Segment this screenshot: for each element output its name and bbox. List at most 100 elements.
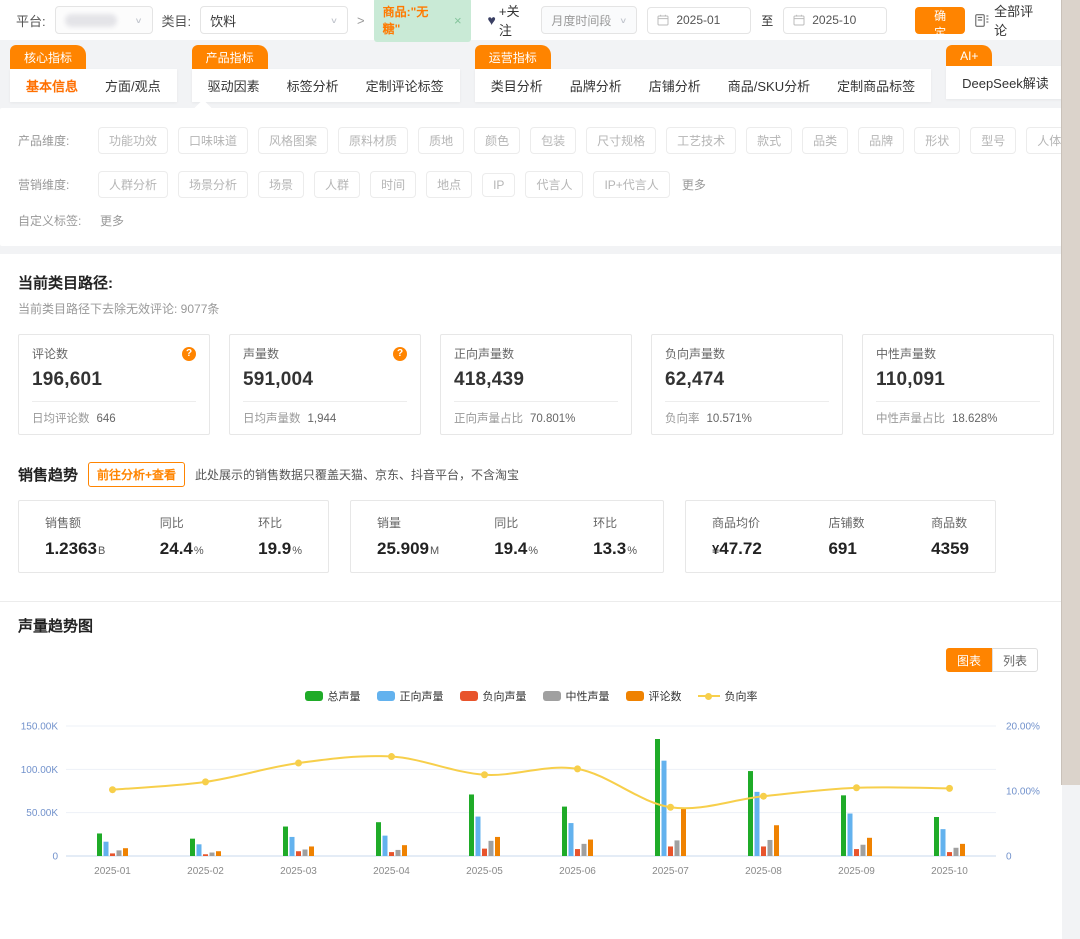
filter-chip[interactable]: 包装: [530, 127, 576, 154]
date-to-input[interactable]: 2025-10: [783, 7, 887, 34]
tab[interactable]: 品牌分析: [570, 76, 622, 95]
metric-footer: 日均评论数646: [32, 410, 196, 426]
sales-metric: 环比19.9%: [258, 514, 302, 559]
filter-chip[interactable]: 尺寸规格: [586, 127, 656, 154]
bar: [562, 807, 567, 856]
toggle-list-button[interactable]: 列表: [992, 648, 1038, 672]
filter-chip[interactable]: 质地: [418, 127, 464, 154]
sales-metric-unit: B: [98, 545, 105, 557]
bar: [867, 838, 872, 856]
tab[interactable]: 类目分析: [491, 76, 543, 95]
category-select[interactable]: 饮料 ∨: [200, 6, 348, 34]
filter-chip[interactable]: IP: [482, 173, 515, 197]
filter-chip[interactable]: 功能功效: [98, 127, 168, 154]
all-comments-button[interactable]: 全部评论: [975, 1, 1046, 39]
metric-divider: [32, 401, 196, 402]
legend-item[interactable]: 中性声量: [543, 688, 610, 704]
filter-chip[interactable]: 人群分析: [98, 171, 168, 198]
filter-chip[interactable]: 款式: [746, 127, 792, 154]
sales-metric: 同比19.4%: [494, 514, 538, 559]
filter-row-label: 自定义标签:: [18, 212, 98, 229]
bar: [389, 852, 394, 856]
help-icon[interactable]: ?: [393, 347, 407, 361]
page-scroll-gutter[interactable]: [1061, 0, 1080, 785]
filter-chip[interactable]: 品类: [802, 127, 848, 154]
legend-item[interactable]: 总声量: [305, 688, 361, 704]
sales-analyze-button[interactable]: 前往分析+查看: [88, 462, 185, 487]
sales-metric: 商品数4359: [931, 514, 969, 559]
toggle-chart-button[interactable]: 图表: [946, 648, 992, 672]
tab-bar: 驱动因素 标签分析 定制评论标签: [192, 69, 460, 102]
tab[interactable]: 店铺分析: [649, 76, 701, 95]
filter-chip[interactable]: 时间: [370, 171, 416, 198]
sales-boxes-row: 销售额1.2363B同比24.4%环比19.9%销量25.909M同比19.4%…: [18, 500, 1044, 573]
line-point: [946, 785, 953, 792]
filter-chip[interactable]: 工艺技术: [666, 127, 736, 154]
metric-label: 评论数: [32, 345, 68, 362]
page: 平台: ∨ 类目: 饮料 ∨ > 商品:"无糖" × ♥ +关注 月度时间段 ∨…: [0, 0, 1062, 939]
sales-header: 销售趋势 前往分析+查看 此处展示的销售数据只覆盖天猫、京东、抖音平台，不含淘宝: [18, 462, 1044, 487]
tab[interactable]: 标签分析: [287, 76, 339, 95]
legend-item[interactable]: 负向率: [698, 688, 758, 704]
volume-chart-section: 声量趋势图 图表列表 总声量正向声量负向声量中性声量评论数负向率 150.00K…: [0, 601, 1062, 899]
tab[interactable]: 方面/观点: [105, 76, 161, 95]
tab[interactable]: 定制商品标签: [837, 76, 915, 95]
bar: [575, 849, 580, 856]
filter-chip[interactable]: 型号: [970, 127, 1016, 154]
tab[interactable]: 基本信息: [26, 76, 78, 95]
x-axis-label: 2025-03: [280, 866, 317, 877]
filter-row: 产品维度:功能功效口味味道风格图案原料材质质地颜色包装尺寸规格工艺技术款式品类品…: [0, 116, 1062, 164]
metric-card-top: 评论数?: [32, 346, 196, 361]
filter-chip[interactable]: 场景: [258, 171, 304, 198]
keyword-tag[interactable]: 商品:"无糖" ×: [374, 0, 471, 42]
filter-chip[interactable]: 颜色: [474, 127, 520, 154]
filter-chip[interactable]: 品牌: [858, 127, 904, 154]
tab[interactable]: 定制评论标签: [366, 76, 444, 95]
sales-box: 销量25.909M同比19.4%环比13.3%: [350, 500, 664, 573]
metric-card: 中性声量数110,091中性声量占比18.628%: [862, 334, 1054, 435]
filter-chip[interactable]: 原料材质: [338, 127, 408, 154]
legend-label: 评论数: [649, 688, 682, 704]
filter-chip[interactable]: 场景分析: [178, 171, 248, 198]
x-axis-label: 2025-04: [373, 866, 410, 877]
chart-legend: 总声量正向声量负向声量中性声量 评论数负向率: [0, 688, 1062, 704]
close-icon[interactable]: ×: [454, 13, 462, 28]
metric-footer: 日均声量数1,944: [243, 410, 407, 426]
legend-swatch: [305, 691, 323, 701]
filter-chip[interactable]: IP+代言人: [593, 171, 669, 198]
bar: [941, 829, 946, 856]
platform-select[interactable]: ∨: [55, 6, 153, 34]
metric-footer: 中性声量占比18.628%: [876, 410, 1040, 426]
legend-item[interactable]: 正向声量: [377, 688, 444, 704]
date-from-input[interactable]: 2025-01: [647, 7, 751, 34]
bar: [309, 846, 314, 856]
filter-chip[interactable]: 地点: [426, 171, 472, 198]
tab[interactable]: 商品/SKU分析: [728, 76, 810, 95]
legend-item[interactable]: 负向声量: [460, 688, 527, 704]
legend-item[interactable]: 评论数: [626, 688, 682, 704]
filter-chip[interactable]: 形状: [914, 127, 960, 154]
bar: [748, 771, 753, 856]
bar-series: [117, 840, 959, 856]
tab[interactable]: DeepSeek解读: [962, 73, 1049, 92]
period-select[interactable]: 月度时间段 ∨: [541, 6, 637, 34]
help-icon[interactable]: ?: [182, 347, 196, 361]
sales-metric-unit: M: [430, 545, 439, 557]
filter-chip[interactable]: 代言人: [525, 171, 583, 198]
follow-button[interactable]: ♥ +关注: [488, 1, 533, 39]
metric-footer: 正向声量占比70.801%: [454, 410, 618, 426]
date-from-value: 2025-01: [676, 13, 720, 27]
legend-line-swatch: [698, 695, 720, 697]
tab-bar: 类目分析 品牌分析 店铺分析 商品/SKU分析 定制商品标签: [475, 69, 931, 102]
metric-card-top: 负向声量数: [665, 346, 829, 361]
filter-more-link[interactable]: 更多: [100, 212, 124, 229]
sales-metric-value: 691: [828, 539, 864, 559]
metric-footer-value: 18.628%: [952, 413, 997, 425]
confirm-button[interactable]: 确定: [915, 7, 965, 34]
line-point: [667, 804, 674, 811]
filter-chip[interactable]: 风格图案: [258, 127, 328, 154]
filter-more-link[interactable]: 更多: [682, 176, 706, 193]
filter-chip[interactable]: 人群: [314, 171, 360, 198]
filter-chip[interactable]: 口味味道: [178, 127, 248, 154]
tab[interactable]: 驱动因素: [208, 76, 260, 95]
